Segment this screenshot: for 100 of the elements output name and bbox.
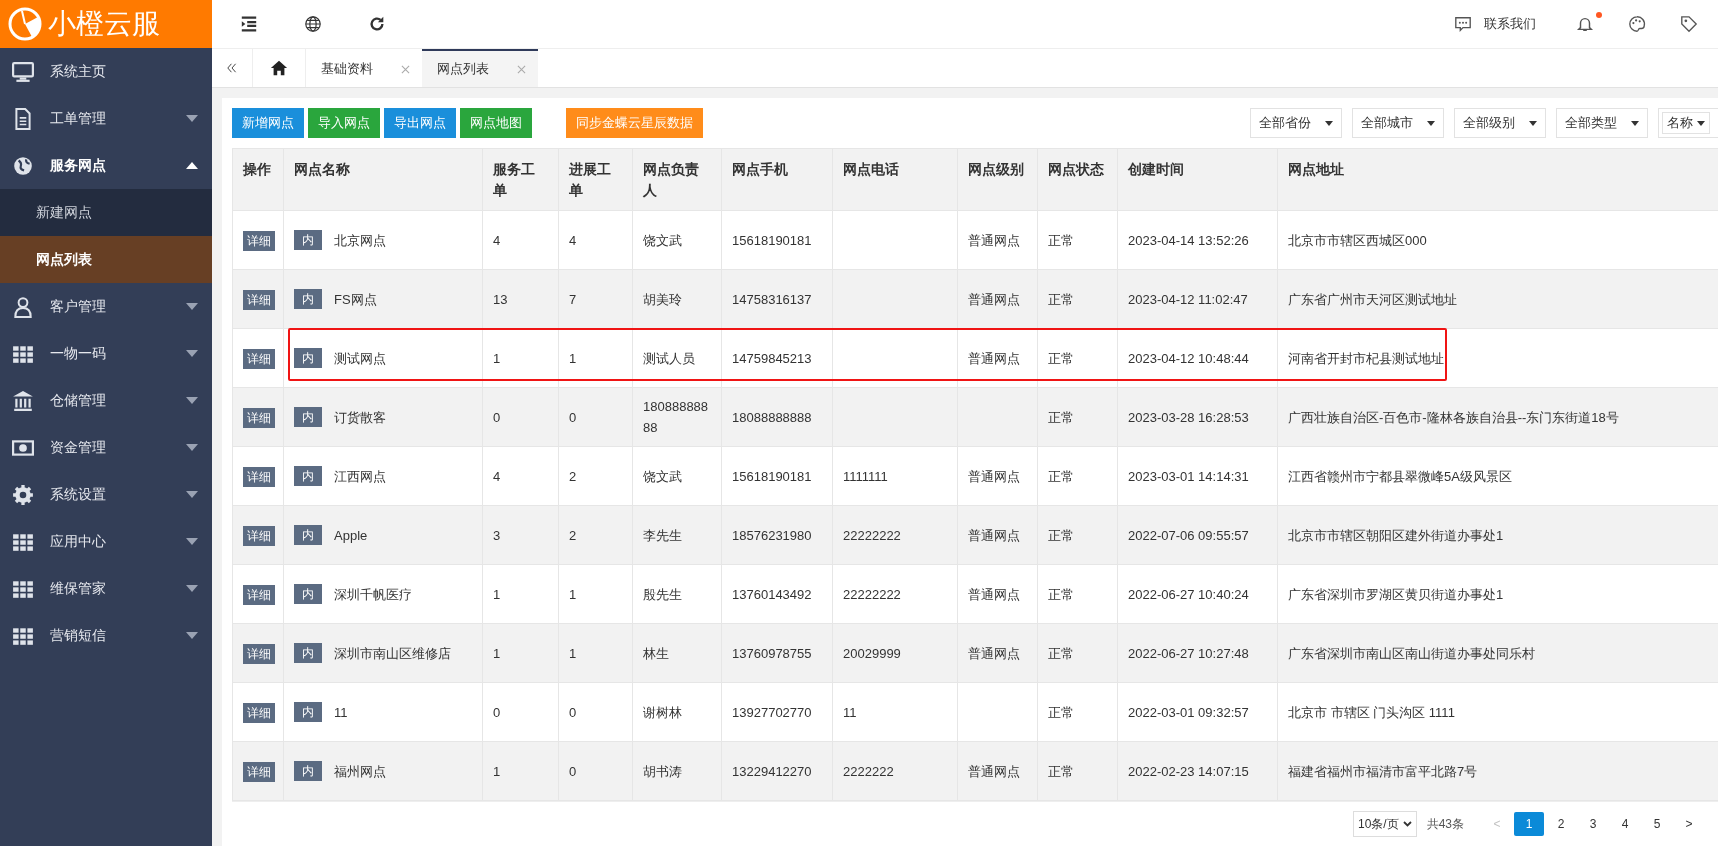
table-cell: 2022-03-01 09:32:57 bbox=[1128, 704, 1249, 720]
detail-button[interactable]: 详细 bbox=[243, 348, 275, 369]
detail-button[interactable]: 详细 bbox=[243, 407, 275, 428]
table-cell: 广东省深圳市罗湖区黄贝街道办事处1 bbox=[1288, 586, 1504, 602]
gear-icon bbox=[12, 483, 34, 506]
page-button[interactable]: 1 bbox=[1514, 812, 1544, 836]
column-header: 服务工单 bbox=[482, 148, 559, 211]
monitor-icon bbox=[12, 60, 34, 83]
table-cell: 广西壮族自治区-百色市-隆林各族自治县--东门东街道18号 bbox=[1288, 409, 1619, 425]
detail-button[interactable]: 详细 bbox=[243, 525, 275, 546]
page-button[interactable]: 3 bbox=[1578, 812, 1608, 836]
logo: 小橙云服 bbox=[0, 0, 212, 48]
table-cell: 13927702770 bbox=[732, 704, 812, 720]
palette-icon bbox=[1628, 15, 1646, 33]
sidebar-item[interactable]: 营销短信 bbox=[0, 612, 212, 659]
search-type-dropdown[interactable]: 名称 bbox=[1662, 112, 1710, 134]
table-cell: 4 bbox=[493, 468, 501, 484]
table-cell: 1 bbox=[493, 763, 501, 779]
sidebar-item[interactable]: 系统主页 bbox=[0, 48, 212, 95]
tab[interactable]: 基础资料 bbox=[306, 49, 422, 87]
table-cell: 江西省赣州市宁都县翠微峰5A级风景区 bbox=[1288, 468, 1512, 484]
contact-link[interactable]: 联系我们 bbox=[1484, 15, 1536, 33]
page-size-dropdown[interactable]: 10条/页 bbox=[1352, 811, 1417, 837]
sidebar-subitem[interactable]: 网点列表 bbox=[0, 236, 212, 283]
table-cell: 1 bbox=[493, 350, 501, 366]
table-cell: 正常 bbox=[1048, 409, 1074, 425]
column-header: 网点手机 bbox=[721, 148, 833, 211]
search-field[interactable]: 名称 bbox=[1658, 108, 1718, 138]
action-button[interactable]: 导出网点 bbox=[384, 108, 456, 138]
table-cell: 胡书涛 bbox=[643, 763, 682, 779]
table-cell: 测试人员 bbox=[643, 350, 695, 366]
sidebar-item[interactable]: 维保管家 bbox=[0, 565, 212, 612]
logo-icon bbox=[8, 7, 42, 41]
table-cell-text: Apple bbox=[334, 526, 368, 545]
detail-button[interactable]: 详细 bbox=[243, 702, 275, 723]
sidebar-item[interactable]: 资金管理 bbox=[0, 424, 212, 471]
table-cell: 正常 bbox=[1048, 704, 1074, 720]
page-button[interactable]: 2 bbox=[1546, 812, 1576, 836]
table-cell: 22222222 bbox=[843, 586, 901, 602]
table-cell: 饶文武 bbox=[643, 468, 682, 484]
table-cell: 福建省福州市福清市富平北路7号 bbox=[1288, 763, 1478, 779]
sidebar-item[interactable]: 客户管理 bbox=[0, 283, 212, 330]
chat-icon bbox=[1454, 15, 1472, 33]
table-cell: 普通网点 bbox=[968, 350, 1020, 366]
table-cell-text: 福州网点 bbox=[334, 762, 386, 781]
type-tag: 内 bbox=[294, 348, 322, 368]
table-cell: 22222222 bbox=[843, 527, 901, 543]
next-page-button[interactable]: > bbox=[1674, 812, 1704, 836]
table-cell: 胡美玲 bbox=[643, 291, 682, 307]
bell-icon bbox=[1576, 15, 1594, 33]
table-cell: 0 bbox=[569, 763, 577, 779]
page-button[interactable]: 4 bbox=[1610, 812, 1640, 836]
filter-dropdown[interactable]: 全部省份 bbox=[1250, 108, 1342, 138]
table-cell: 林生 bbox=[643, 645, 669, 661]
caret-icon bbox=[1697, 120, 1705, 126]
page-button[interactable]: 5 bbox=[1642, 812, 1672, 836]
filter-dropdown[interactable]: 全部类型 bbox=[1556, 108, 1648, 138]
table-cell: 20029999 bbox=[843, 645, 901, 661]
table-cell: 1 bbox=[493, 586, 501, 602]
sidebar-item[interactable]: 工单管理 bbox=[0, 95, 212, 142]
refresh-icon bbox=[368, 15, 386, 33]
table-cell: 2022-06-27 10:27:48 bbox=[1128, 645, 1249, 661]
detail-button[interactable]: 详细 bbox=[243, 643, 275, 664]
filter-dropdown[interactable]: 全部级别 bbox=[1454, 108, 1546, 138]
filter-dropdown[interactable]: 全部城市 bbox=[1352, 108, 1444, 138]
sidebar-subitem[interactable]: 新建网点 bbox=[0, 189, 212, 236]
tab[interactable]: 网点列表 bbox=[422, 49, 538, 87]
caret-icon bbox=[1529, 120, 1537, 126]
table-cell: 0 bbox=[569, 409, 577, 425]
sidebar-item[interactable]: 一物一码 bbox=[0, 330, 212, 377]
detail-button[interactable]: 详细 bbox=[243, 466, 275, 487]
total-count: 共43条 bbox=[1426, 815, 1464, 833]
table-cell: 2023-03-01 14:14:31 bbox=[1128, 468, 1249, 484]
table-cell: 普通网点 bbox=[968, 527, 1020, 543]
detail-button[interactable]: 详细 bbox=[243, 761, 275, 782]
table-cell: 殷先生 bbox=[643, 586, 682, 602]
column-header: 网点级别 bbox=[957, 148, 1038, 211]
detail-button[interactable]: 详细 bbox=[243, 230, 275, 251]
type-tag: 内 bbox=[294, 466, 322, 486]
sidebar-item[interactable]: 服务网点 bbox=[0, 142, 212, 189]
table-cell: 谢树林 bbox=[643, 704, 682, 720]
table-cell-text: 测试网点 bbox=[334, 349, 386, 368]
table-cell: 正常 bbox=[1048, 291, 1074, 307]
sidebar-item[interactable]: 应用中心 bbox=[0, 518, 212, 565]
table-cell: 广东省深圳市南山区南山街道办事处同乐村 bbox=[1288, 645, 1535, 661]
table-cell: 河南省开封市杞县测试地址 bbox=[1288, 350, 1444, 366]
table-cell: 2222222 bbox=[843, 763, 894, 779]
type-tag: 内 bbox=[294, 643, 322, 663]
close-icon bbox=[517, 64, 526, 74]
table-cell: 11 bbox=[843, 704, 857, 720]
table-cell: 正常 bbox=[1048, 350, 1074, 366]
caret-icon bbox=[1427, 120, 1435, 126]
sidebar-item[interactable]: 仓储管理 bbox=[0, 377, 212, 424]
column-header: 网点名称 bbox=[283, 148, 483, 211]
sidebar-item[interactable]: 系统设置 bbox=[0, 471, 212, 518]
detail-button[interactable]: 详细 bbox=[243, 289, 275, 310]
detail-button[interactable]: 详细 bbox=[243, 584, 275, 605]
table-cell-text: 江西网点 bbox=[334, 467, 386, 486]
double-chevron-icon bbox=[226, 62, 238, 74]
action-button[interactable]: 新增网点 bbox=[232, 108, 304, 138]
